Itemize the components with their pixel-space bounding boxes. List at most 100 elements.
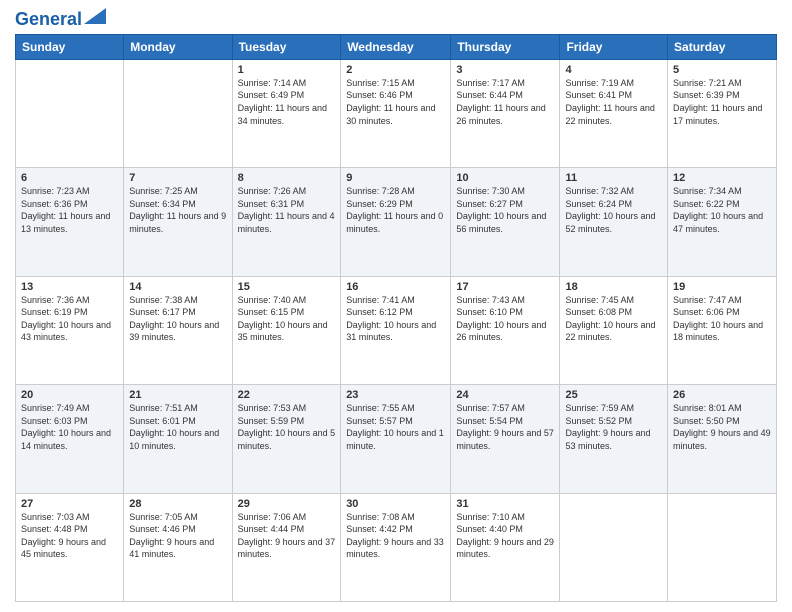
day-info: Sunrise: 7:45 AM Sunset: 6:08 PM Dayligh…	[565, 294, 662, 344]
header: General	[15, 10, 777, 26]
day-info: Sunrise: 7:43 AM Sunset: 6:10 PM Dayligh…	[456, 294, 554, 344]
day-number: 23	[346, 389, 445, 401]
day-cell: 11Sunrise: 7:32 AM Sunset: 6:24 PM Dayli…	[560, 168, 668, 276]
day-number: 18	[565, 281, 662, 293]
logo-text: General	[15, 10, 82, 30]
day-info: Sunrise: 7:06 AM Sunset: 4:44 PM Dayligh…	[238, 511, 336, 561]
day-cell: 6Sunrise: 7:23 AM Sunset: 6:36 PM Daylig…	[16, 168, 124, 276]
day-number: 22	[238, 389, 336, 401]
day-number: 20	[21, 389, 118, 401]
day-info: Sunrise: 7:55 AM Sunset: 5:57 PM Dayligh…	[346, 402, 445, 452]
day-number: 14	[129, 281, 226, 293]
day-header-tuesday: Tuesday	[232, 34, 341, 59]
week-row-2: 6Sunrise: 7:23 AM Sunset: 6:36 PM Daylig…	[16, 168, 777, 276]
calendar-table: SundayMondayTuesdayWednesdayThursdayFrid…	[15, 34, 777, 602]
day-cell: 10Sunrise: 7:30 AM Sunset: 6:27 PM Dayli…	[451, 168, 560, 276]
day-cell: 23Sunrise: 7:55 AM Sunset: 5:57 PM Dayli…	[341, 385, 451, 493]
day-cell: 29Sunrise: 7:06 AM Sunset: 4:44 PM Dayli…	[232, 493, 341, 601]
day-info: Sunrise: 7:49 AM Sunset: 6:03 PM Dayligh…	[21, 402, 118, 452]
day-number: 5	[673, 64, 771, 76]
day-number: 24	[456, 389, 554, 401]
week-row-4: 20Sunrise: 7:49 AM Sunset: 6:03 PM Dayli…	[16, 385, 777, 493]
day-info: Sunrise: 7:26 AM Sunset: 6:31 PM Dayligh…	[238, 185, 336, 235]
day-cell: 5Sunrise: 7:21 AM Sunset: 6:39 PM Daylig…	[668, 59, 777, 167]
day-info: Sunrise: 7:53 AM Sunset: 5:59 PM Dayligh…	[238, 402, 336, 452]
logo-general: General	[15, 9, 82, 29]
day-cell: 21Sunrise: 7:51 AM Sunset: 6:01 PM Dayli…	[124, 385, 232, 493]
logo: General	[15, 10, 106, 26]
week-row-5: 27Sunrise: 7:03 AM Sunset: 4:48 PM Dayli…	[16, 493, 777, 601]
day-number: 12	[673, 172, 771, 184]
day-info: Sunrise: 7:51 AM Sunset: 6:01 PM Dayligh…	[129, 402, 226, 452]
day-info: Sunrise: 7:25 AM Sunset: 6:34 PM Dayligh…	[129, 185, 226, 235]
day-cell: 12Sunrise: 7:34 AM Sunset: 6:22 PM Dayli…	[668, 168, 777, 276]
day-cell: 31Sunrise: 7:10 AM Sunset: 4:40 PM Dayli…	[451, 493, 560, 601]
day-cell	[560, 493, 668, 601]
day-number: 25	[565, 389, 662, 401]
day-cell	[16, 59, 124, 167]
day-info: Sunrise: 7:15 AM Sunset: 6:46 PM Dayligh…	[346, 77, 445, 127]
day-info: Sunrise: 7:34 AM Sunset: 6:22 PM Dayligh…	[673, 185, 771, 235]
day-number: 7	[129, 172, 226, 184]
day-cell: 3Sunrise: 7:17 AM Sunset: 6:44 PM Daylig…	[451, 59, 560, 167]
day-header-monday: Monday	[124, 34, 232, 59]
day-number: 6	[21, 172, 118, 184]
day-info: Sunrise: 7:40 AM Sunset: 6:15 PM Dayligh…	[238, 294, 336, 344]
day-number: 26	[673, 389, 771, 401]
day-header-saturday: Saturday	[668, 34, 777, 59]
day-number: 13	[21, 281, 118, 293]
day-cell: 24Sunrise: 7:57 AM Sunset: 5:54 PM Dayli…	[451, 385, 560, 493]
day-cell: 2Sunrise: 7:15 AM Sunset: 6:46 PM Daylig…	[341, 59, 451, 167]
day-cell: 18Sunrise: 7:45 AM Sunset: 6:08 PM Dayli…	[560, 276, 668, 384]
day-number: 15	[238, 281, 336, 293]
day-cell: 25Sunrise: 7:59 AM Sunset: 5:52 PM Dayli…	[560, 385, 668, 493]
day-info: Sunrise: 7:10 AM Sunset: 4:40 PM Dayligh…	[456, 511, 554, 561]
day-number: 8	[238, 172, 336, 184]
day-number: 11	[565, 172, 662, 184]
day-number: 10	[456, 172, 554, 184]
day-number: 21	[129, 389, 226, 401]
day-number: 9	[346, 172, 445, 184]
day-cell: 20Sunrise: 7:49 AM Sunset: 6:03 PM Dayli…	[16, 385, 124, 493]
day-number: 4	[565, 64, 662, 76]
day-cell: 7Sunrise: 7:25 AM Sunset: 6:34 PM Daylig…	[124, 168, 232, 276]
day-cell	[124, 59, 232, 167]
day-cell: 8Sunrise: 7:26 AM Sunset: 6:31 PM Daylig…	[232, 168, 341, 276]
day-cell: 27Sunrise: 7:03 AM Sunset: 4:48 PM Dayli…	[16, 493, 124, 601]
day-number: 27	[21, 498, 118, 510]
day-info: Sunrise: 7:17 AM Sunset: 6:44 PM Dayligh…	[456, 77, 554, 127]
day-info: Sunrise: 7:28 AM Sunset: 6:29 PM Dayligh…	[346, 185, 445, 235]
day-number: 30	[346, 498, 445, 510]
day-info: Sunrise: 7:41 AM Sunset: 6:12 PM Dayligh…	[346, 294, 445, 344]
day-info: Sunrise: 7:32 AM Sunset: 6:24 PM Dayligh…	[565, 185, 662, 235]
day-cell: 17Sunrise: 7:43 AM Sunset: 6:10 PM Dayli…	[451, 276, 560, 384]
day-info: Sunrise: 8:01 AM Sunset: 5:50 PM Dayligh…	[673, 402, 771, 452]
day-number: 29	[238, 498, 336, 510]
day-number: 31	[456, 498, 554, 510]
day-header-sunday: Sunday	[16, 34, 124, 59]
day-cell: 30Sunrise: 7:08 AM Sunset: 4:42 PM Dayli…	[341, 493, 451, 601]
day-info: Sunrise: 7:05 AM Sunset: 4:46 PM Dayligh…	[129, 511, 226, 561]
page: General SundayMondayTuesdayWednesdayThur…	[0, 0, 792, 612]
day-info: Sunrise: 7:14 AM Sunset: 6:49 PM Dayligh…	[238, 77, 336, 127]
day-info: Sunrise: 7:59 AM Sunset: 5:52 PM Dayligh…	[565, 402, 662, 452]
day-cell: 16Sunrise: 7:41 AM Sunset: 6:12 PM Dayli…	[341, 276, 451, 384]
day-number: 16	[346, 281, 445, 293]
day-info: Sunrise: 7:08 AM Sunset: 4:42 PM Dayligh…	[346, 511, 445, 561]
day-number: 1	[238, 64, 336, 76]
calendar-header-row: SundayMondayTuesdayWednesdayThursdayFrid…	[16, 34, 777, 59]
day-info: Sunrise: 7:38 AM Sunset: 6:17 PM Dayligh…	[129, 294, 226, 344]
day-cell: 28Sunrise: 7:05 AM Sunset: 4:46 PM Dayli…	[124, 493, 232, 601]
day-info: Sunrise: 7:23 AM Sunset: 6:36 PM Dayligh…	[21, 185, 118, 235]
day-cell: 4Sunrise: 7:19 AM Sunset: 6:41 PM Daylig…	[560, 59, 668, 167]
day-info: Sunrise: 7:03 AM Sunset: 4:48 PM Dayligh…	[21, 511, 118, 561]
day-cell: 14Sunrise: 7:38 AM Sunset: 6:17 PM Dayli…	[124, 276, 232, 384]
day-number: 28	[129, 498, 226, 510]
day-cell	[668, 493, 777, 601]
day-info: Sunrise: 7:57 AM Sunset: 5:54 PM Dayligh…	[456, 402, 554, 452]
day-number: 19	[673, 281, 771, 293]
day-header-thursday: Thursday	[451, 34, 560, 59]
day-info: Sunrise: 7:36 AM Sunset: 6:19 PM Dayligh…	[21, 294, 118, 344]
day-cell: 26Sunrise: 8:01 AM Sunset: 5:50 PM Dayli…	[668, 385, 777, 493]
day-number: 2	[346, 64, 445, 76]
